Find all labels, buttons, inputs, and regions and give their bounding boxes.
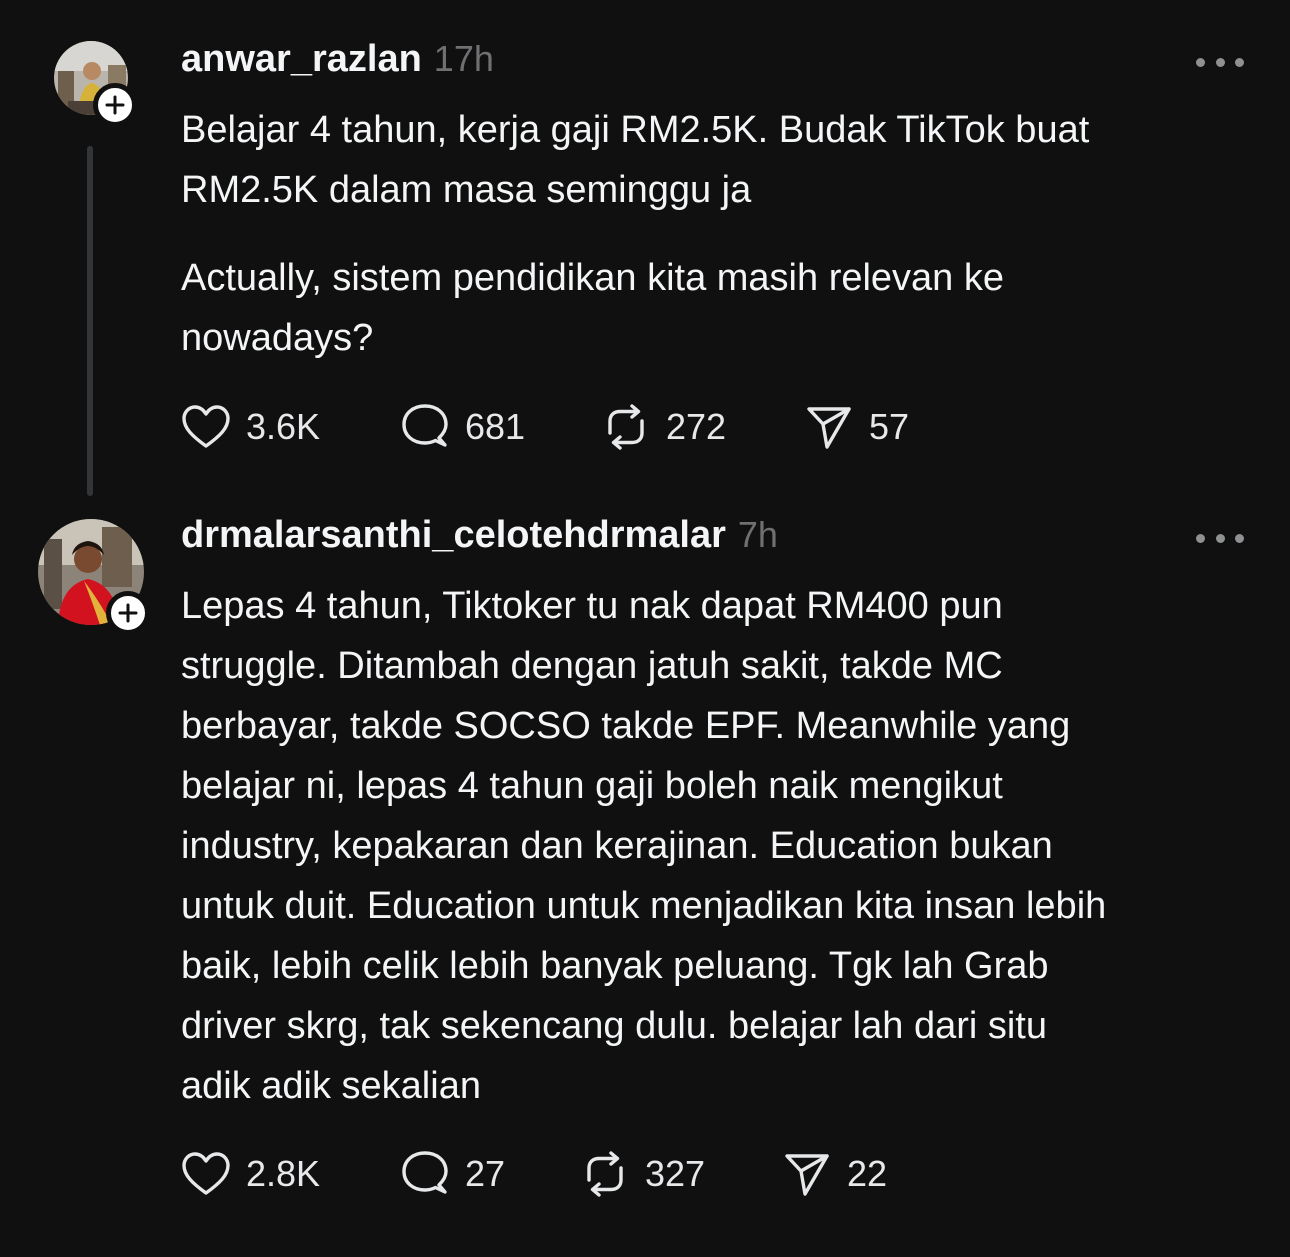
share-button[interactable]: 57: [803, 403, 909, 451]
share-count: 22: [847, 1153, 888, 1194]
username[interactable]: drmalarsanthi_celotehdrmalar: [181, 514, 726, 557]
like-button[interactable]: 3.6K: [180, 403, 320, 451]
text-line: driver skrg, tak sekencang dulu. belajar…: [181, 1005, 1048, 1047]
like-button[interactable]: 2.8K: [180, 1150, 320, 1198]
like-count: 2.8K: [246, 1153, 321, 1194]
post-drmalarsanthi: drmalarsanthi_celotehdrmalar 7h Lepas 4 …: [0, 500, 1290, 1240]
timestamp: 17h: [433, 38, 494, 79]
share-button[interactable]: 22: [781, 1150, 887, 1198]
post-header: drmalarsanthi_celotehdrmalar 7h: [181, 514, 778, 557]
heart-icon: [182, 1152, 230, 1195]
heart-icon: [182, 405, 230, 448]
text-line: Belajar 4 tahun, kerja gaji RM2.5K. Buda…: [181, 109, 1090, 151]
more-dots-icon: [1196, 533, 1205, 543]
repost-count: 272: [666, 406, 727, 447]
text-line: untuk duit. Education untuk menjadikan k…: [181, 885, 1107, 927]
text-line: industry, kepakaran dan kerajinan. Educa…: [181, 825, 1053, 867]
paper-plane-icon: [785, 1154, 829, 1196]
more-options-button[interactable]: [1196, 528, 1244, 548]
follow-button[interactable]: [93, 83, 137, 127]
repost-arrows-icon: [608, 404, 644, 450]
more-dots-icon: [1196, 57, 1205, 67]
reply-button[interactable]: 27: [399, 1150, 505, 1198]
post-anwar-razlan: anwar_razlan 17h Belajar 4 tahun, kerja …: [0, 0, 1290, 500]
text-line: nowadays?: [181, 317, 374, 359]
speech-bubble-icon: [402, 1151, 448, 1194]
repost-arrows-icon: [587, 1151, 623, 1197]
share-count: 57: [869, 406, 910, 447]
post-header: anwar_razlan 17h: [181, 38, 494, 81]
timestamp: 7h: [737, 514, 778, 555]
username[interactable]: anwar_razlan: [181, 38, 422, 81]
more-options-button[interactable]: [1196, 52, 1244, 72]
plus-icon: [118, 603, 138, 623]
text-line: Actually, sistem pendidikan kita masih r…: [181, 257, 1005, 299]
text-line: RM2.5K dalam masa seminggu ja: [181, 169, 752, 211]
paper-plane-icon: [807, 407, 851, 449]
repost-button[interactable]: 327: [579, 1150, 705, 1198]
text-line: belajar ni, lepas 4 tahun gaji boleh nai…: [181, 765, 1003, 807]
reply-count: 27: [465, 1153, 506, 1194]
repost-count: 327: [645, 1153, 706, 1194]
speech-bubble-icon: [402, 404, 448, 447]
post-text: Belajar 4 tahun, kerja gaji RM2.5K. Buda…: [181, 100, 1261, 220]
text-line: Lepas 4 tahun, Tiktoker tu nak dapat RM4…: [181, 585, 1003, 627]
thread-line: [87, 146, 93, 496]
reply-button[interactable]: 681: [399, 403, 525, 451]
post-text: Actually, sistem pendidikan kita masih r…: [181, 248, 1261, 368]
text-line: baik, lebih celik lebih banyak peluang. …: [181, 945, 1049, 987]
text-line: berbayar, takde SOCSO takde EPF. Meanwhi…: [181, 705, 1071, 747]
like-count: 3.6K: [246, 406, 321, 447]
reply-count: 681: [465, 406, 526, 447]
text-line: struggle. Ditambah dengan jatuh sakit, t…: [181, 645, 1003, 687]
post-text: Lepas 4 tahun, Tiktoker tu nak dapat RM4…: [181, 576, 1261, 1116]
text-line: adik adik sekalian: [181, 1065, 481, 1107]
plus-icon: [105, 95, 125, 115]
repost-button[interactable]: 272: [600, 403, 726, 451]
follow-button[interactable]: [106, 591, 150, 635]
